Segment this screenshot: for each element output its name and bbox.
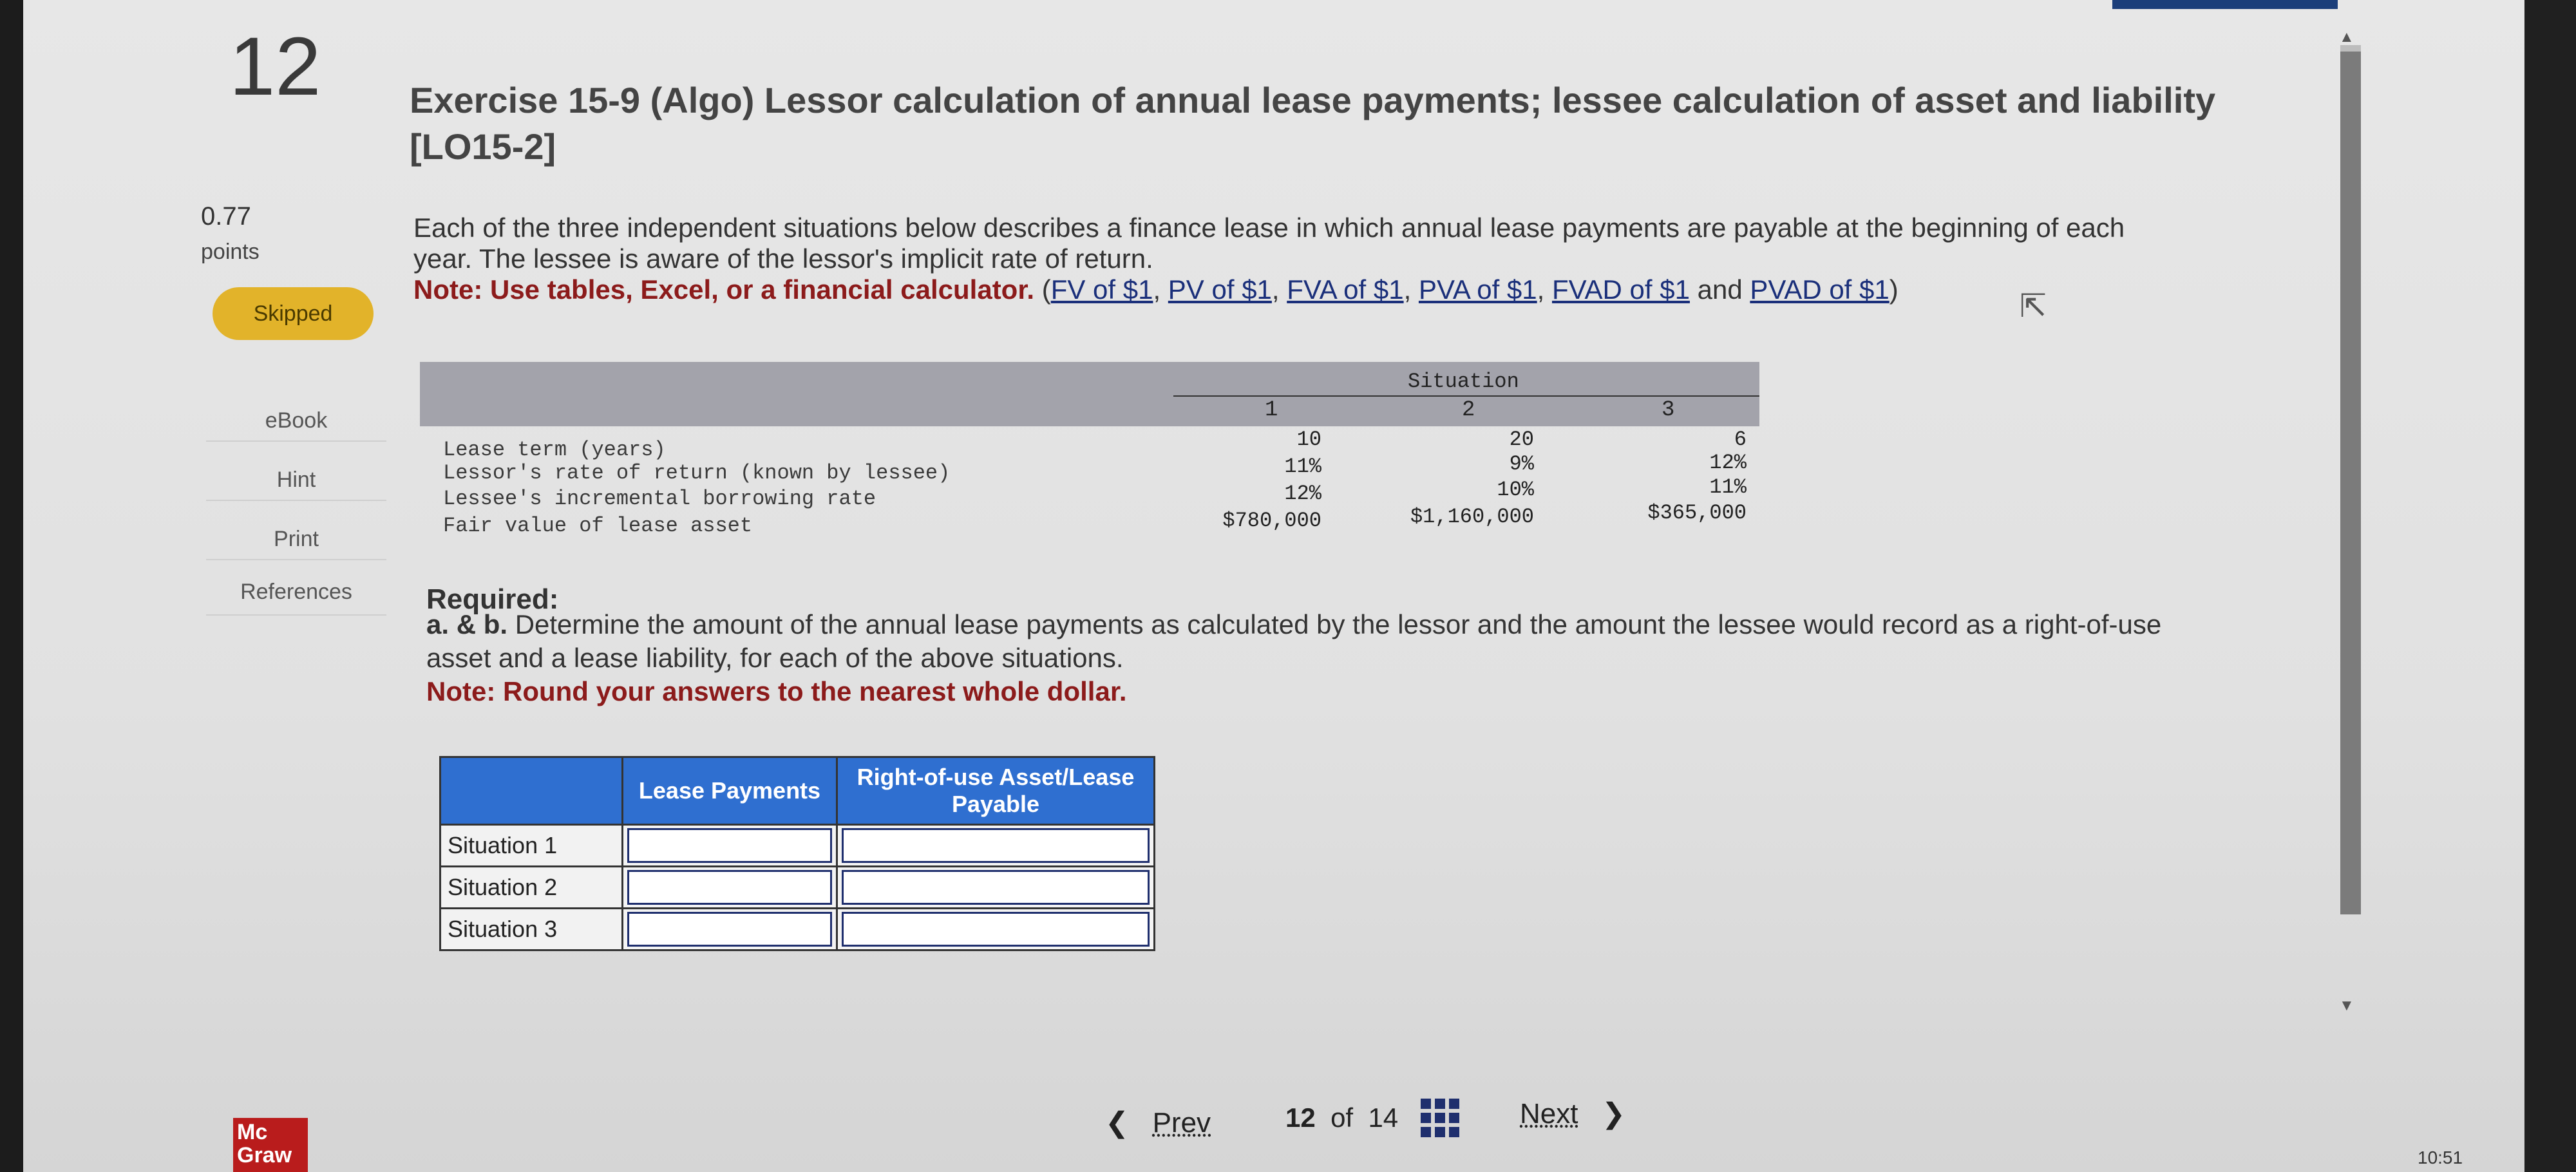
cell: 10 [1296,428,1321,451]
prev-button[interactable]: ❮ Prev [1105,1106,1211,1139]
required-ab: a. & b. [426,609,508,639]
required-note: Note: Round your answers to the nearest … [426,676,1127,706]
sidebar-item-print[interactable]: Print [206,527,386,560]
row-label: Lease term (years) [443,438,666,462]
page-of: of [1331,1102,1354,1133]
answer-row-label: Situation 1 [439,824,623,867]
input-box[interactable] [842,828,1150,863]
situation-header: Situation [1408,370,1519,393]
row-label: Lessee's incremental borrowing rate [443,487,876,511]
answer-table: Lease Payments Right-of-use Asset/Lease … [439,756,1155,951]
scroll-down-icon[interactable]: ▼ [2339,997,2354,1015]
rou-asset-input-3[interactable] [836,907,1155,951]
cell: 6 [1734,428,1747,451]
page-current: 12 [1285,1102,1316,1133]
page-total: 14 [1368,1102,1399,1133]
chevron-left-icon: ❮ [1105,1107,1129,1139]
cell: $365,000 [1647,501,1747,525]
page-title: Exercise 15-9 (Algo) Lessor calculation … [410,80,2216,167]
sidebar-item-ebook[interactable]: eBook [206,408,386,442]
situation-rule [1173,395,1759,397]
next-label: Next [1520,1098,1578,1129]
given-table-header: Situation 1 2 3 [420,362,1759,426]
mcgraw-logo: Mc Graw [233,1118,308,1172]
lease-payments-input-3[interactable] [621,907,838,951]
link-fva[interactable]: FVA of $1 [1287,274,1403,305]
intro-text: Each of the three independent situations… [413,213,2125,305]
cell: 10% [1497,478,1534,502]
input-box[interactable] [627,870,832,905]
link-fv[interactable]: FV of $1 [1051,274,1153,305]
rou-asset-input-2[interactable] [836,865,1155,909]
row-label: Lessor's rate of return (known by lessee… [443,461,951,485]
cell: 11% [1709,475,1747,499]
answer-header-lease-payments: Lease Payments [621,756,838,826]
intro-body: Each of the three independent situations… [413,213,2125,274]
column-2: 2 [1462,398,1475,422]
mouse-cursor-icon: ⇱ [2020,288,2047,324]
cell: 9% [1509,452,1534,476]
points-value: 0.77 [201,202,251,231]
chevron-right-icon: ❯ [1602,1098,1626,1129]
lease-payments-input-1[interactable] [621,824,838,867]
scroll-up-icon[interactable]: ▲ [2339,28,2354,46]
question-grid-icon[interactable] [1421,1099,1459,1137]
cell: $780,000 [1222,509,1321,533]
sidebar-item-hint[interactable]: Hint [206,468,386,501]
row-label: Fair value of lease asset [443,514,753,538]
link-pva[interactable]: PVA of $1 [1419,274,1537,305]
rou-asset-input-1[interactable] [836,824,1155,867]
answer-header-rou-asset: Right-of-use Asset/Lease Payable [836,756,1155,826]
cell: $1,160,000 [1410,505,1534,529]
sidebar-item-references[interactable]: References [206,580,386,616]
logo-line-1: Mc [237,1120,268,1144]
link-fvad[interactable]: FVAD of $1 [1552,274,1690,305]
required-body: Determine the amount of the annual lease… [426,609,2162,673]
cell: 12% [1284,482,1321,506]
answer-row-label: Situation 3 [439,907,623,951]
link-pvad[interactable]: PVAD of $1 [1750,274,1889,305]
link-pv[interactable]: PV of $1 [1168,274,1272,305]
input-box[interactable] [627,828,832,863]
screen-bezel-right [2524,0,2576,1172]
required-text: a. & b. Determine the amount of the annu… [426,608,2204,708]
answer-header-blank [439,756,623,826]
given-data-table: Situation 1 2 3 Lease term (years) 10 20… [420,362,1759,549]
and-word: and [1697,274,1743,305]
question-number: 12 [229,21,321,113]
prev-label: Prev [1152,1107,1211,1139]
lease-payments-input-2[interactable] [621,865,838,909]
top-bar [2112,0,2338,9]
page-indicator: 12 of 14 [1285,1102,1398,1133]
input-box[interactable] [842,870,1150,905]
screen-bezel-left [0,0,23,1172]
cell: 12% [1709,451,1747,475]
taskbar-clock: 10:51 [2418,1148,2463,1167]
logo-line-2: Graw [237,1143,292,1167]
cell: 20 [1509,428,1534,451]
column-1: 1 [1265,398,1278,422]
cell: 11% [1284,455,1321,478]
intro-note: Note: Use tables, Excel, or a financial … [413,274,1035,305]
input-box[interactable] [842,912,1150,947]
column-3: 3 [1662,398,1675,422]
next-button[interactable]: Next ❯ [1520,1097,1625,1130]
status-badge: Skipped [213,287,374,340]
answer-row-label: Situation 2 [439,865,623,909]
points-label: points [201,240,260,264]
input-box[interactable] [627,912,832,947]
scrollbar-thumb[interactable] [2340,52,2361,914]
browser-viewport [23,0,2524,1172]
